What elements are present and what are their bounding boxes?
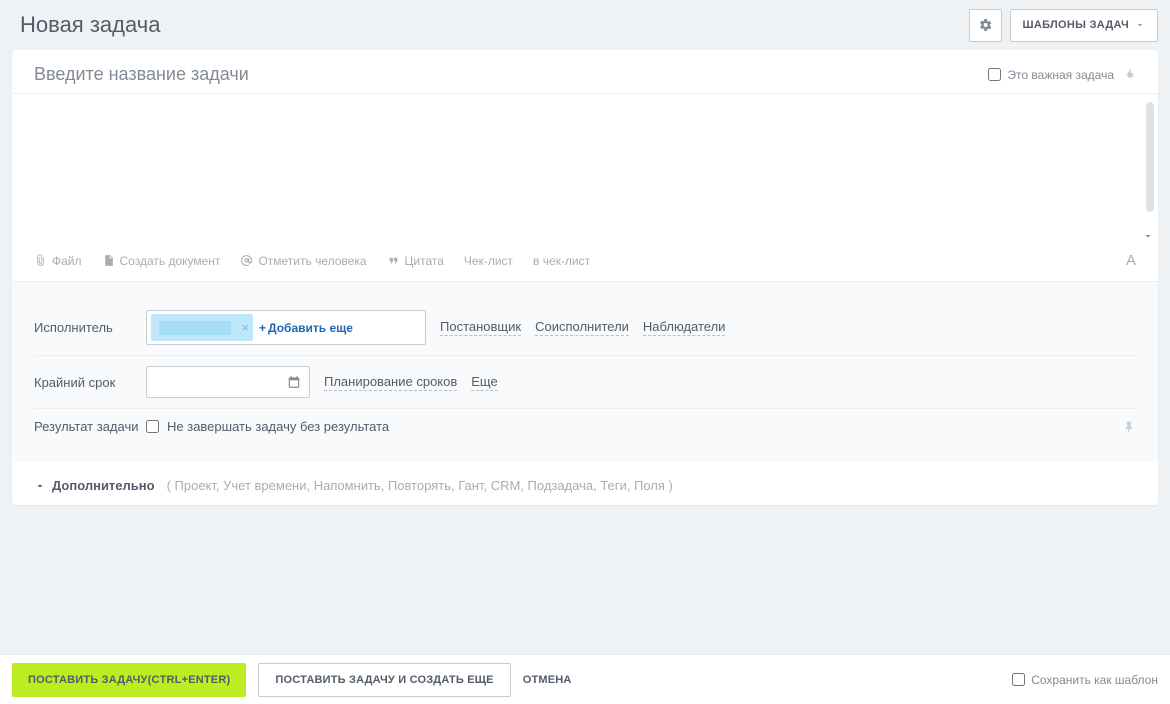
mention-label: Отметить человека	[258, 254, 366, 268]
attachment-icon	[34, 254, 47, 267]
chevron-down-icon[interactable]	[1142, 230, 1154, 242]
mention-action[interactable]: Отметить человека	[240, 254, 366, 268]
save-template-checkbox-input[interactable]	[1012, 673, 1025, 686]
at-icon	[240, 254, 253, 267]
description-area[interactable]	[12, 94, 1158, 244]
executor-label: Исполнитель	[34, 320, 146, 335]
pin-icon[interactable]	[1122, 420, 1136, 434]
document-icon	[102, 254, 115, 267]
create-doc-action[interactable]: Создать документ	[102, 254, 221, 268]
task-card: Это важная задача Файл Создать документ …	[12, 50, 1158, 505]
gear-icon	[977, 17, 993, 33]
settings-button[interactable]	[969, 9, 1002, 42]
participants-link[interactable]: Соисполнители	[535, 319, 629, 336]
checklist-action[interactable]: Чек-лист	[464, 254, 513, 268]
task-title-input[interactable]	[34, 64, 988, 85]
role-links: Постановщик Соисполнители Наблюдатели	[440, 319, 725, 336]
templates-button[interactable]: ШАБЛОНЫ ЗАДАЧ	[1010, 9, 1159, 42]
checklist-label: Чек-лист	[464, 254, 513, 268]
save-template-checkbox[interactable]: Сохранить как шаблон	[1012, 673, 1158, 687]
calendar-icon	[287, 375, 301, 389]
deadline-input[interactable]	[146, 366, 310, 398]
templates-button-label: ШАБЛОНЫ ЗАДАЧ	[1023, 19, 1130, 31]
add-more-label: Добавить еще	[268, 321, 353, 335]
creator-link[interactable]: Постановщик	[440, 319, 521, 336]
result-checkbox-label: Не завершать задачу без результата	[167, 419, 389, 434]
additional-hint: ( Проект, Учет времени, Напомнить, Повто…	[167, 478, 673, 493]
footer: ПОСТАВИТЬ ЗАДАЧУ(CTRL+ENTER) ПОСТАВИТЬ З…	[0, 654, 1170, 704]
quote-label: Цитата	[405, 254, 444, 268]
executor-row: Исполнитель × +Добавить еще Постановщик …	[34, 300, 1136, 356]
chevron-down-icon	[34, 480, 46, 492]
result-row: Результат задачи Не завершать задачу без…	[34, 409, 1136, 444]
deadline-label: Крайний срок	[34, 375, 146, 390]
page-header: Новая задача ШАБЛОНЫ ЗАДАЧ	[0, 0, 1170, 50]
submit-and-new-button[interactable]: ПОСТАВИТЬ ЗАДАЧУ И СОЗДАТЬ ЕЩЕ	[258, 663, 510, 697]
chevron-down-icon	[1135, 20, 1145, 30]
save-template-label: Сохранить как шаблон	[1031, 673, 1158, 687]
executor-input[interactable]: × +Добавить еще	[146, 310, 426, 345]
deadline-row: Крайний срок Планирование сроков Еще	[34, 356, 1136, 409]
file-action[interactable]: Файл	[34, 254, 82, 268]
file-label: Файл	[52, 254, 82, 268]
executor-chip[interactable]: ×	[151, 314, 253, 341]
important-checkbox[interactable]: Это важная задача	[988, 68, 1136, 82]
submit-button[interactable]: ПОСТАВИТЬ ЗАДАЧУ(CTRL+ENTER)	[12, 663, 246, 697]
create-doc-label: Создать документ	[120, 254, 221, 268]
to-checklist-label: в чек-лист	[533, 254, 590, 268]
editor-toolbar: Файл Создать документ Отметить человека …	[12, 244, 1158, 281]
scrollbar[interactable]	[1146, 102, 1154, 212]
additional-section[interactable]: Дополнительно ( Проект, Учет времени, На…	[12, 462, 1158, 505]
text-format-toggle[interactable]: A	[1126, 252, 1136, 269]
observers-link[interactable]: Наблюдатели	[643, 319, 726, 336]
to-checklist-action[interactable]: в чек-лист	[533, 254, 590, 268]
fields-section: Исполнитель × +Добавить еще Постановщик …	[12, 281, 1158, 462]
deadline-links: Планирование сроков Еще	[324, 374, 498, 391]
additional-label: Дополнительно	[52, 478, 155, 493]
result-label: Результат задачи	[34, 419, 146, 434]
add-executor-link[interactable]: +Добавить еще	[259, 321, 353, 335]
more-link[interactable]: Еще	[471, 374, 497, 391]
page-title: Новая задача	[20, 12, 961, 38]
quote-action[interactable]: Цитата	[387, 254, 444, 268]
quote-icon	[387, 254, 400, 267]
cancel-button[interactable]: ОТМЕНА	[523, 674, 572, 686]
executor-chip-name	[159, 321, 231, 335]
important-checkbox-input[interactable]	[988, 68, 1001, 81]
fire-icon	[1122, 68, 1136, 82]
important-label: Это важная задача	[1007, 68, 1114, 82]
title-row: Это важная задача	[12, 50, 1158, 94]
result-checkbox-input[interactable]	[146, 420, 159, 433]
planning-link[interactable]: Планирование сроков	[324, 374, 457, 391]
result-checkbox[interactable]: Не завершать задачу без результата	[146, 419, 389, 434]
close-icon[interactable]: ×	[241, 320, 249, 335]
